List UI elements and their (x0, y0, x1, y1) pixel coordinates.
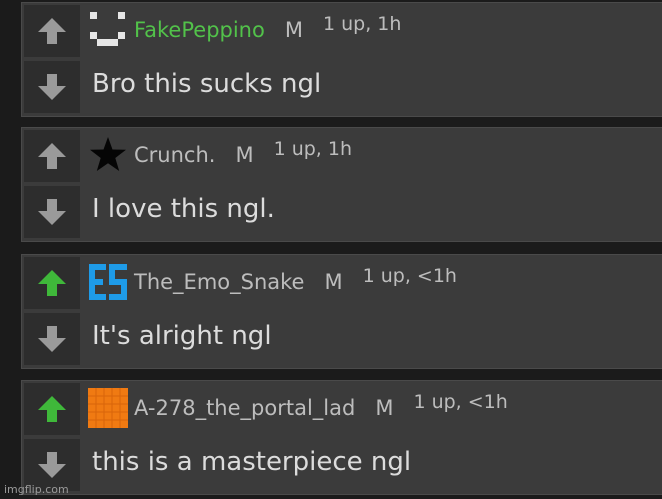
black-star-icon[interactable] (88, 135, 128, 175)
comment-card: Crunch. M 1 up, 1h I love this ngl. (21, 127, 662, 242)
comment-meta: 1 up, 1h (273, 138, 353, 160)
comment-card: A-278_the_portal_lad M 1 up, <1h this is… (21, 380, 662, 495)
mod-badge: M (324, 270, 343, 294)
comment-card: FakePeppino M 1 up, 1h Bro this sucks ng… (21, 2, 662, 117)
vote-column (24, 383, 80, 492)
arrow-up-icon (38, 143, 66, 169)
comment-meta: 1 up, <1h (413, 391, 508, 413)
smiley-pixel-icon[interactable] (88, 10, 128, 50)
arrow-up-icon (38, 18, 66, 44)
arrow-down-icon (38, 199, 66, 225)
comment-header: FakePeppino M 1 up, 1h (88, 9, 401, 51)
mod-badge: M (375, 396, 394, 420)
comment-text: I love this ngl. (92, 194, 275, 224)
mod-badge: M (235, 143, 254, 167)
arrow-down-icon (38, 452, 66, 478)
watermark: imgflip.com (4, 483, 69, 496)
comment-header: Crunch. M 1 up, 1h (88, 134, 352, 176)
comment-text: Bro this sucks ngl (92, 69, 322, 99)
comment-meta: 1 up, <1h (362, 265, 457, 287)
arrow-down-icon (38, 326, 66, 352)
comment-header: The_Emo_Snake M 1 up, <1h (88, 261, 457, 303)
orange-grid-icon[interactable] (88, 388, 128, 428)
vote-column (24, 5, 80, 114)
username-link[interactable]: FakePeppino (134, 18, 265, 42)
mod-badge: M (284, 18, 303, 42)
comment-header: A-278_the_portal_lad M 1 up, <1h (88, 387, 508, 429)
upvote-button[interactable] (24, 257, 80, 309)
downvote-button[interactable] (24, 186, 80, 238)
comment-meta: 1 up, 1h (322, 13, 402, 35)
comment-text: this is a masterpiece ngl (92, 447, 412, 477)
username-link[interactable]: A-278_the_portal_lad (134, 396, 355, 420)
arrow-up-icon (38, 270, 66, 296)
comment-text: It's alright ngl (92, 321, 272, 351)
arrow-up-icon (38, 396, 66, 422)
downvote-button[interactable] (24, 313, 80, 365)
upvote-button[interactable] (24, 5, 80, 57)
vote-column (24, 257, 80, 366)
vote-column (24, 130, 80, 239)
arrow-down-icon (38, 74, 66, 100)
username-link[interactable]: The_Emo_Snake (134, 270, 304, 294)
downvote-button[interactable] (24, 61, 80, 113)
es-logo-icon[interactable] (88, 262, 128, 302)
upvote-button[interactable] (24, 130, 80, 182)
upvote-button[interactable] (24, 383, 80, 435)
username-link[interactable]: Crunch. (134, 143, 215, 167)
comment-card: The_Emo_Snake M 1 up, <1h It's alright n… (21, 254, 662, 369)
